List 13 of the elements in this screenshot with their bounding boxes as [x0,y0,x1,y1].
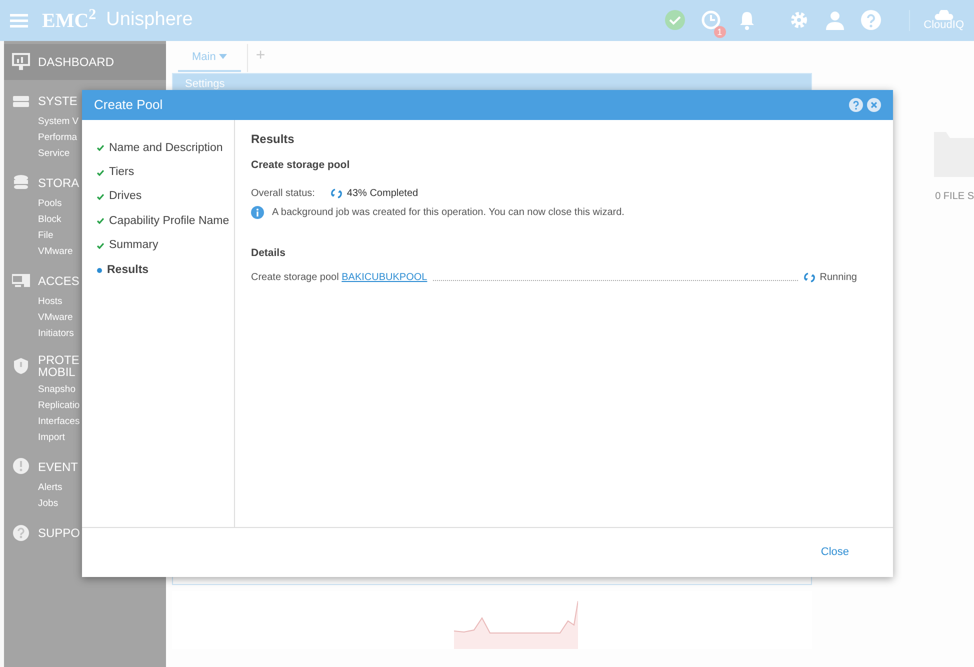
logo-text: EMC$^{2}$ [42,6,96,34]
status-label: Overall status: [251,186,315,201]
status-value: 43% Completed [346,186,418,201]
product-name: Unisphere [106,8,193,32]
task-status: Running [820,270,857,284]
section-heading: Details [251,246,286,261]
task-label: Create storage pool BAKICUBUKPOOL [251,270,428,284]
file-systems-label: 0 FILE S [935,190,974,204]
dialog-title: Create Pool [94,96,164,114]
info-message: A background job was created for this operation. You can now close this wizard. [272,206,624,220]
results-heading: Results [251,131,296,148]
alert-count-badge: 1 [714,26,726,38]
section-heading: Create storage pool [251,158,351,173]
